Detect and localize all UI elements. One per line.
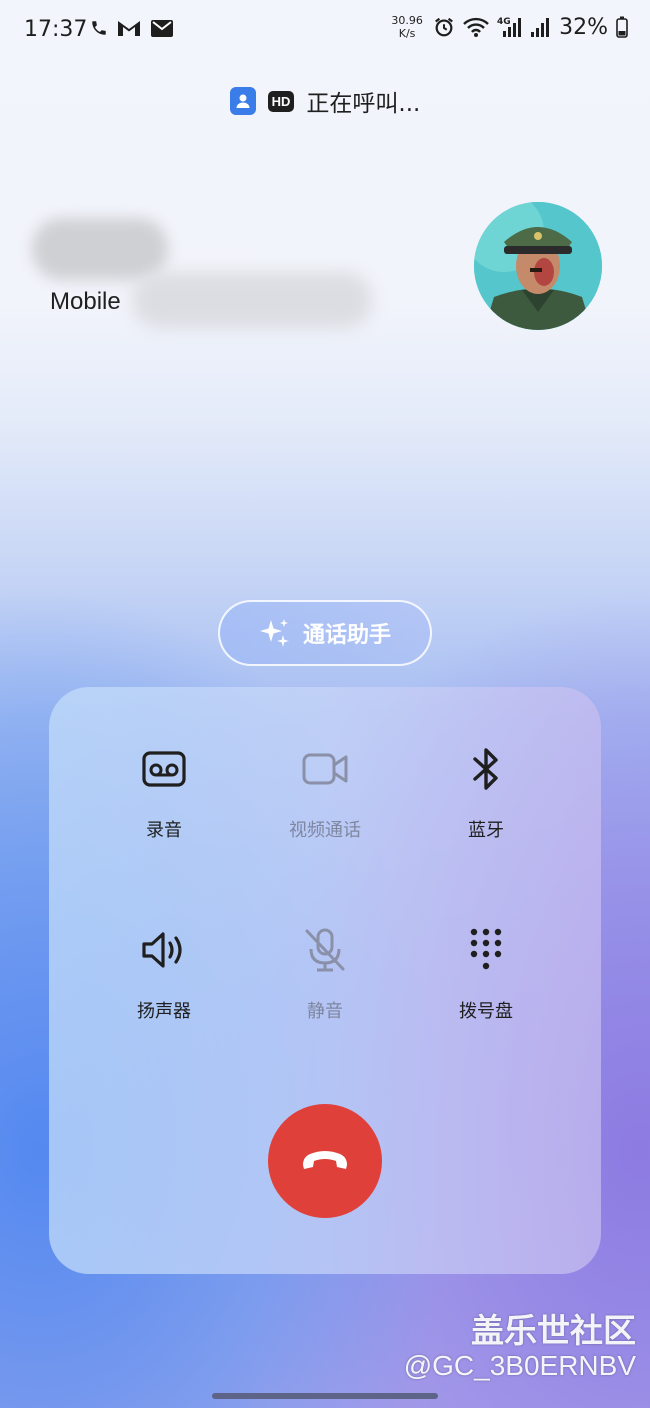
speaker-icon (142, 932, 182, 968)
net-speed-value: 30.96 (391, 14, 423, 27)
net-speed-unit: K/s (398, 27, 416, 40)
status-right: 30.96 K/s 4G 32% (389, 14, 628, 40)
speaker-label: 扬声器 (137, 1001, 191, 1022)
battery-percent: 32% (559, 14, 608, 40)
number-type-label: Mobile (50, 288, 121, 315)
end-call-button[interactable] (268, 1104, 382, 1218)
call-controls-panel: 录音 视频通话 蓝牙 扬声器 静音 拨号盘 (49, 687, 601, 1274)
call-status-header: HD 正在呼叫... (0, 84, 650, 118)
bluetooth-icon (473, 748, 498, 790)
sparkle-icon (259, 619, 289, 647)
call-assistant-button[interactable]: 通话助手 (218, 600, 432, 666)
speaker-button[interactable]: 扬声器 (84, 925, 244, 1023)
mail-icon (151, 19, 173, 37)
call-status-text: 正在呼叫... (306, 91, 421, 117)
mute-label: 静音 (307, 1001, 343, 1022)
bluetooth-label: 蓝牙 (468, 820, 504, 841)
watermark-title: 盖乐世社区 (471, 1311, 636, 1350)
contacts-app-icon (229, 87, 256, 115)
caller-avatar (474, 202, 602, 330)
dialpad-button[interactable]: 拨号盘 (406, 925, 566, 1023)
signal-icon (531, 18, 550, 37)
record-button[interactable]: 录音 (84, 744, 244, 842)
voicemail-icon (142, 751, 186, 787)
dialpad-label: 拨号盘 (459, 1001, 513, 1022)
record-label: 录音 (146, 820, 182, 841)
gmail-icon (118, 21, 140, 36)
video-call-label: 视频通话 (289, 820, 361, 841)
wifi-icon (463, 17, 489, 37)
status-time: 17:37 (24, 17, 88, 42)
call-assistant-label: 通话助手 (302, 623, 391, 648)
battery-icon (616, 16, 628, 38)
phone-icon (92, 21, 106, 35)
home-indicator[interactable] (212, 1393, 438, 1399)
mute-button[interactable]: 静音 (245, 925, 405, 1023)
signal-4g-icon: 4G (497, 17, 522, 37)
caller-name-redacted (32, 218, 168, 280)
bluetooth-button[interactable]: 蓝牙 (406, 744, 566, 842)
network-type: 4G (497, 17, 511, 27)
status-left-icons (90, 18, 174, 38)
alarm-icon (435, 17, 454, 37)
net-speed: 30.96 K/s (389, 14, 425, 40)
caller-number-redacted (132, 272, 372, 328)
status-bar: 17:37 30.96 K/s 4G 32% (0, 0, 650, 62)
video-call-button[interactable]: 视频通话 (245, 744, 405, 842)
hd-badge: HD (267, 90, 295, 112)
end-call-icon (303, 1151, 347, 1169)
dialpad-icon (470, 928, 502, 970)
mic-off-icon (305, 928, 345, 972)
video-icon (302, 753, 348, 785)
watermark-user: @GC_3B0ERNBV (403, 1350, 636, 1381)
